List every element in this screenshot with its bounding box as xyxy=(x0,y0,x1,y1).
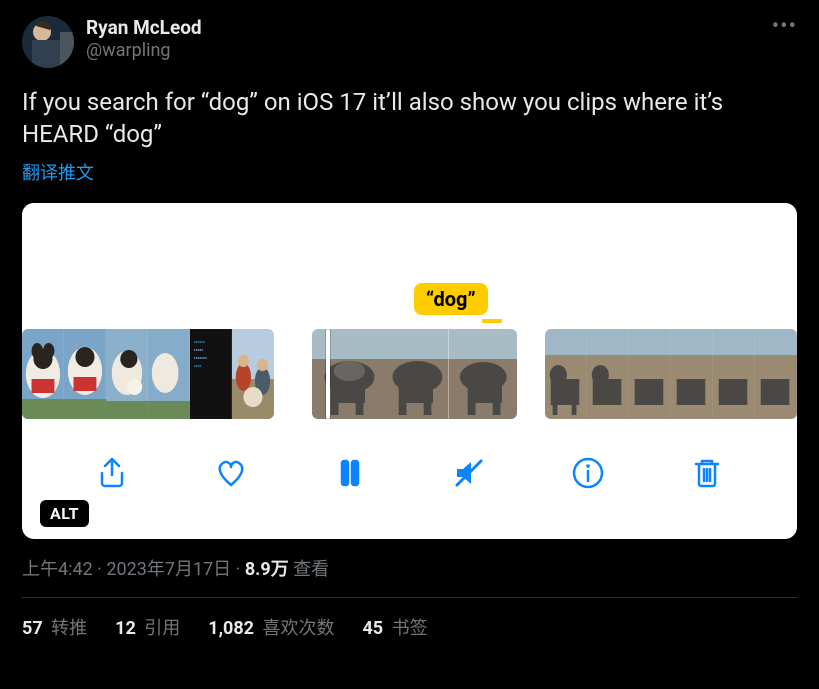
likes-stat[interactable]: 1,082 喜欢次数 xyxy=(208,614,334,640)
post-date[interactable]: 2023年7月17日 xyxy=(106,559,231,580)
tweet-header: Ryan McLeod @warpling ••• xyxy=(22,16,797,68)
display-name[interactable]: Ryan McLeod xyxy=(86,16,202,40)
info-icon[interactable] xyxy=(564,449,612,497)
author-names: Ryan McLeod @warpling xyxy=(86,16,202,62)
heart-icon[interactable] xyxy=(207,449,255,497)
svg-text:xxxx: xxxx xyxy=(193,363,201,368)
trash-icon[interactable] xyxy=(683,449,731,497)
attached-media[interactable]: “dog” xxxxxxxxxxxxxxxxxxxxxx xyxy=(22,203,797,539)
thumbnail xyxy=(64,329,106,419)
media-toolbar xyxy=(22,443,797,503)
thumbnail xyxy=(380,329,449,419)
clip-group-2 xyxy=(312,329,518,419)
views-label: 查看 xyxy=(289,559,329,580)
thumbnail xyxy=(312,329,381,419)
thumbnail xyxy=(232,329,274,419)
translate-link[interactable]: 翻译推文 xyxy=(22,159,797,185)
video-timeline[interactable]: xxxxxxxxxxxxxxxxxxxxxx xyxy=(22,329,797,419)
playhead-icon[interactable] xyxy=(326,329,330,419)
thumbnail: xxxxxxxxxxxxxxxxxxxxxx xyxy=(190,329,232,419)
svg-text:xxxxxx: xxxxxx xyxy=(193,339,204,344)
media-top-whitespace xyxy=(22,203,797,295)
clip-gap xyxy=(517,329,545,419)
thumbnail xyxy=(671,329,713,419)
avatar[interactable] xyxy=(22,16,74,68)
share-icon[interactable] xyxy=(88,449,136,497)
clip-group-1: xxxxxxxxxxxxxxxxxxxxxx xyxy=(22,329,274,419)
thumbnail xyxy=(449,329,518,419)
svg-text:xxxxx: xxxxx xyxy=(193,347,202,352)
alt-badge[interactable]: ALT xyxy=(40,500,89,527)
post-time[interactable]: 上午4:42 xyxy=(22,559,93,580)
more-icon[interactable]: ••• xyxy=(772,14,797,39)
bookmarks-stat[interactable]: 45 书签 xyxy=(362,614,427,640)
svg-text:xxxxxxx: xxxxxxx xyxy=(193,355,206,360)
tweet-stats: 57 转推 12 引用 1,082 喜欢次数 45 书签 xyxy=(22,598,797,656)
handle[interactable]: @warpling xyxy=(86,40,202,63)
thumbnail xyxy=(22,329,64,419)
views-count: 8.9万 xyxy=(245,559,289,580)
thumbnail xyxy=(713,329,755,419)
pause-icon[interactable] xyxy=(326,449,374,497)
thumbnail xyxy=(755,329,797,419)
clip-gap xyxy=(274,329,312,419)
search-term-tick xyxy=(482,319,502,323)
thumbnail xyxy=(106,329,148,419)
thumbnail xyxy=(587,329,629,419)
retweets-stat[interactable]: 57 转推 xyxy=(22,614,87,640)
quotes-stat[interactable]: 12 引用 xyxy=(115,614,180,640)
search-term-pill: “dog” xyxy=(414,283,488,315)
thumbnail xyxy=(148,329,190,419)
clip-group-3 xyxy=(545,329,797,419)
tweet-container: Ryan McLeod @warpling ••• If you search … xyxy=(0,0,819,672)
tweet-meta: 上午4:42 · 2023年7月17日 · 8.9万 查看 xyxy=(22,555,797,581)
mute-icon[interactable] xyxy=(445,449,493,497)
thumbnail xyxy=(545,329,587,419)
tweet-text: If you search for “dog” on iOS 17 it’ll … xyxy=(22,86,797,151)
thumbnail xyxy=(629,329,671,419)
